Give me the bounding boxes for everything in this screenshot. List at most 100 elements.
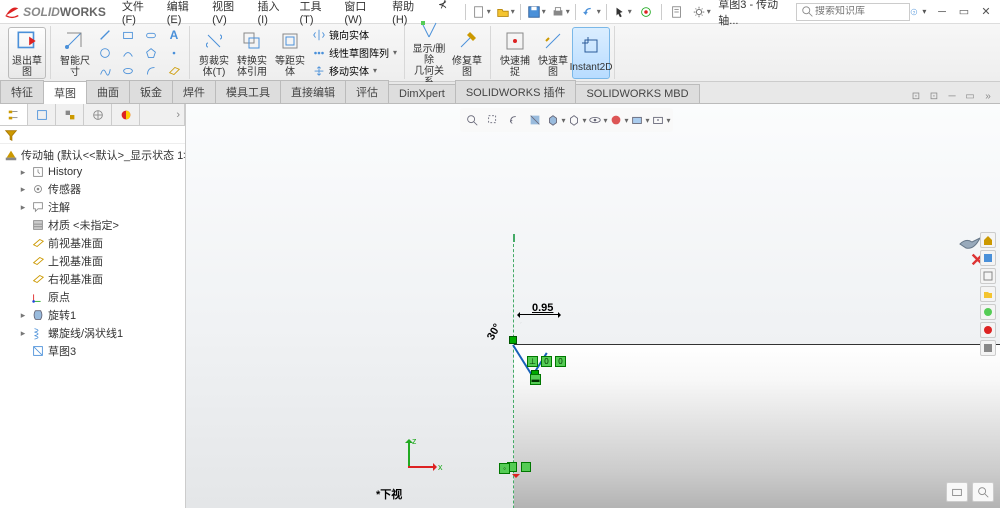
display-style-button[interactable]: ▾ (567, 110, 587, 130)
tree-item[interactable]: ▸注解 (0, 198, 185, 216)
mirror-entities-button[interactable]: 镜向实体 (309, 26, 400, 43)
search-box[interactable] (796, 3, 910, 21)
zoom-fit-button[interactable] (462, 110, 482, 130)
plane-tool[interactable] (163, 62, 185, 79)
tree-item[interactable]: 材质 <未指定> (0, 216, 185, 234)
tab-sketch[interactable]: 草图 (43, 81, 87, 104)
display-tab[interactable] (112, 104, 140, 125)
relation-badge[interactable]: ▬ (530, 374, 541, 385)
mdi-minimize-icon[interactable]: ─ (944, 89, 960, 103)
taskpane-home-icon[interactable] (980, 232, 996, 248)
zoom-area-button[interactable] (483, 110, 503, 130)
exit-sketch-button[interactable]: 退出草 图 (8, 27, 46, 79)
trim-button[interactable]: 剪裁实 体(T) (195, 27, 233, 79)
line-tool[interactable] (94, 26, 116, 43)
tree-root[interactable]: 传动轴 (默认<<默认>_显示状态 1>) (0, 146, 185, 164)
tree-item[interactable]: 草图3 (0, 342, 185, 360)
linear-pattern-button[interactable]: 线性草图阵列▾ (309, 44, 400, 61)
taskpane-resources-icon[interactable] (980, 250, 996, 266)
save-button[interactable]: ▾ (525, 2, 547, 22)
mdi-restore-icon[interactable]: ▭ (962, 89, 978, 103)
ellipse-tool[interactable] (117, 62, 139, 79)
maximize-button[interactable]: ▭ (954, 3, 974, 21)
convert-entities-button[interactable]: 转换实 体引用 (233, 27, 271, 79)
mdi-next-icon[interactable]: ⊡ (926, 89, 942, 103)
help-icon[interactable]: ?▾ (910, 3, 930, 21)
relation-badge[interactable]: 0 (555, 356, 566, 367)
display-relations-button[interactable]: 显示/删除 几何关系 (410, 27, 448, 79)
point-tool[interactable] (163, 44, 185, 61)
spline-tool[interactable] (94, 62, 116, 79)
config-tab[interactable] (56, 104, 84, 125)
tree-item[interactable]: 上视基准面 (0, 252, 185, 270)
tab-evaluate[interactable]: 评估 (345, 80, 389, 103)
open-button[interactable]: ▾ (494, 2, 516, 22)
zoom-custom-icon[interactable] (946, 482, 968, 502)
instant2d-button[interactable]: Instant2D (572, 27, 610, 79)
tab-mbd[interactable]: SOLIDWORKS MBD (575, 84, 699, 103)
file-props-button[interactable] (666, 2, 688, 22)
menu-file[interactable]: 文件(F) (114, 0, 159, 29)
undo-button[interactable]: ▾ (580, 2, 602, 22)
tree-item[interactable]: ▸螺旋线/涡状线1 (0, 324, 185, 342)
relation-badge[interactable]: ⊥ (527, 356, 538, 367)
arc-tool[interactable] (117, 44, 139, 61)
circle-tool[interactable] (94, 44, 116, 61)
tree-item[interactable]: ▸History (0, 164, 185, 180)
apply-scene-button[interactable]: ▾ (630, 110, 650, 130)
quick-snap-button[interactable]: 快速捕 捉 (496, 27, 534, 79)
edit-appearance-button[interactable]: ▾ (609, 110, 629, 130)
tree-item[interactable]: ▸旋转1 (0, 306, 185, 324)
mdi-prev-icon[interactable]: ⊡ (908, 89, 924, 103)
hide-show-button[interactable]: ▾ (588, 110, 608, 130)
tree-item[interactable]: 右视基准面 (0, 270, 185, 288)
sketch-point[interactable] (509, 336, 517, 344)
move-entities-button[interactable]: 移动实体▾ (309, 62, 400, 79)
tab-sheetmetal[interactable]: 钣金 (129, 80, 173, 103)
tree-expand-icon[interactable]: › (140, 104, 185, 125)
menu-edit[interactable]: 编辑(E) (159, 0, 204, 29)
feature-tree-tab[interactable] (0, 104, 28, 125)
print-button[interactable]: ▾ (549, 2, 571, 22)
section-view-button[interactable] (525, 110, 545, 130)
tree-item[interactable]: ▸传感器 (0, 180, 185, 198)
smart-dimension-button[interactable]: 智能尺 寸 (56, 27, 94, 79)
tree-item[interactable]: 前视基准面 (0, 234, 185, 252)
taskpane-appearance-icon[interactable] (980, 322, 996, 338)
taskpane-view-icon[interactable] (980, 304, 996, 320)
close-button[interactable]: ✕ (976, 3, 996, 21)
minimize-button[interactable]: ─ (932, 3, 952, 21)
menu-insert[interactable]: 插入(I) (250, 0, 292, 29)
slot-tool[interactable] (140, 26, 162, 43)
offset-entities-button[interactable]: 等距实 体 (271, 27, 309, 79)
repair-sketch-button[interactable]: 修复草 图 (448, 27, 486, 79)
prev-view-button[interactable] (504, 110, 524, 130)
new-button[interactable]: ▾ (470, 2, 492, 22)
property-tab[interactable] (28, 104, 56, 125)
taskpane-custom-icon[interactable] (980, 340, 996, 356)
text-tool[interactable]: A (163, 26, 185, 43)
taskpane-explorer-icon[interactable] (980, 286, 996, 302)
tab-directedit[interactable]: 直接编辑 (280, 80, 346, 103)
graphics-area[interactable]: 0.95 30° ⊥ 0 0 ▬ ◦ z x *下视 ✕ (186, 104, 1000, 508)
tree-filter[interactable] (0, 126, 185, 144)
menu-tools[interactable]: 工具(T) (291, 0, 336, 29)
tab-surfaces[interactable]: 曲面 (86, 80, 130, 103)
dimxpert-tab[interactable] (84, 104, 112, 125)
view-orientation-button[interactable]: ▾ (546, 110, 566, 130)
tab-dimxpert[interactable]: DimXpert (388, 84, 456, 103)
tree-item[interactable]: 原点 (0, 288, 185, 306)
menu-window[interactable]: 窗口(W) (336, 0, 384, 29)
view-settings-button[interactable]: ▾ (651, 110, 671, 130)
tab-weldments[interactable]: 焊件 (172, 80, 216, 103)
search-input[interactable] (815, 6, 905, 17)
zoom-fit-icon[interactable] (972, 482, 994, 502)
linear-dimension[interactable]: 0.95 (532, 302, 553, 314)
tab-moldtools[interactable]: 模具工具 (215, 80, 281, 103)
rebuild-button[interactable] (635, 2, 657, 22)
relation-badge[interactable]: ◦ (499, 463, 510, 474)
polygon-tool[interactable] (140, 44, 162, 61)
relation-badge[interactable]: 0 (541, 356, 552, 367)
tab-addins[interactable]: SOLIDWORKS 插件 (455, 80, 577, 103)
angle-dimension[interactable]: 30° (485, 322, 504, 342)
